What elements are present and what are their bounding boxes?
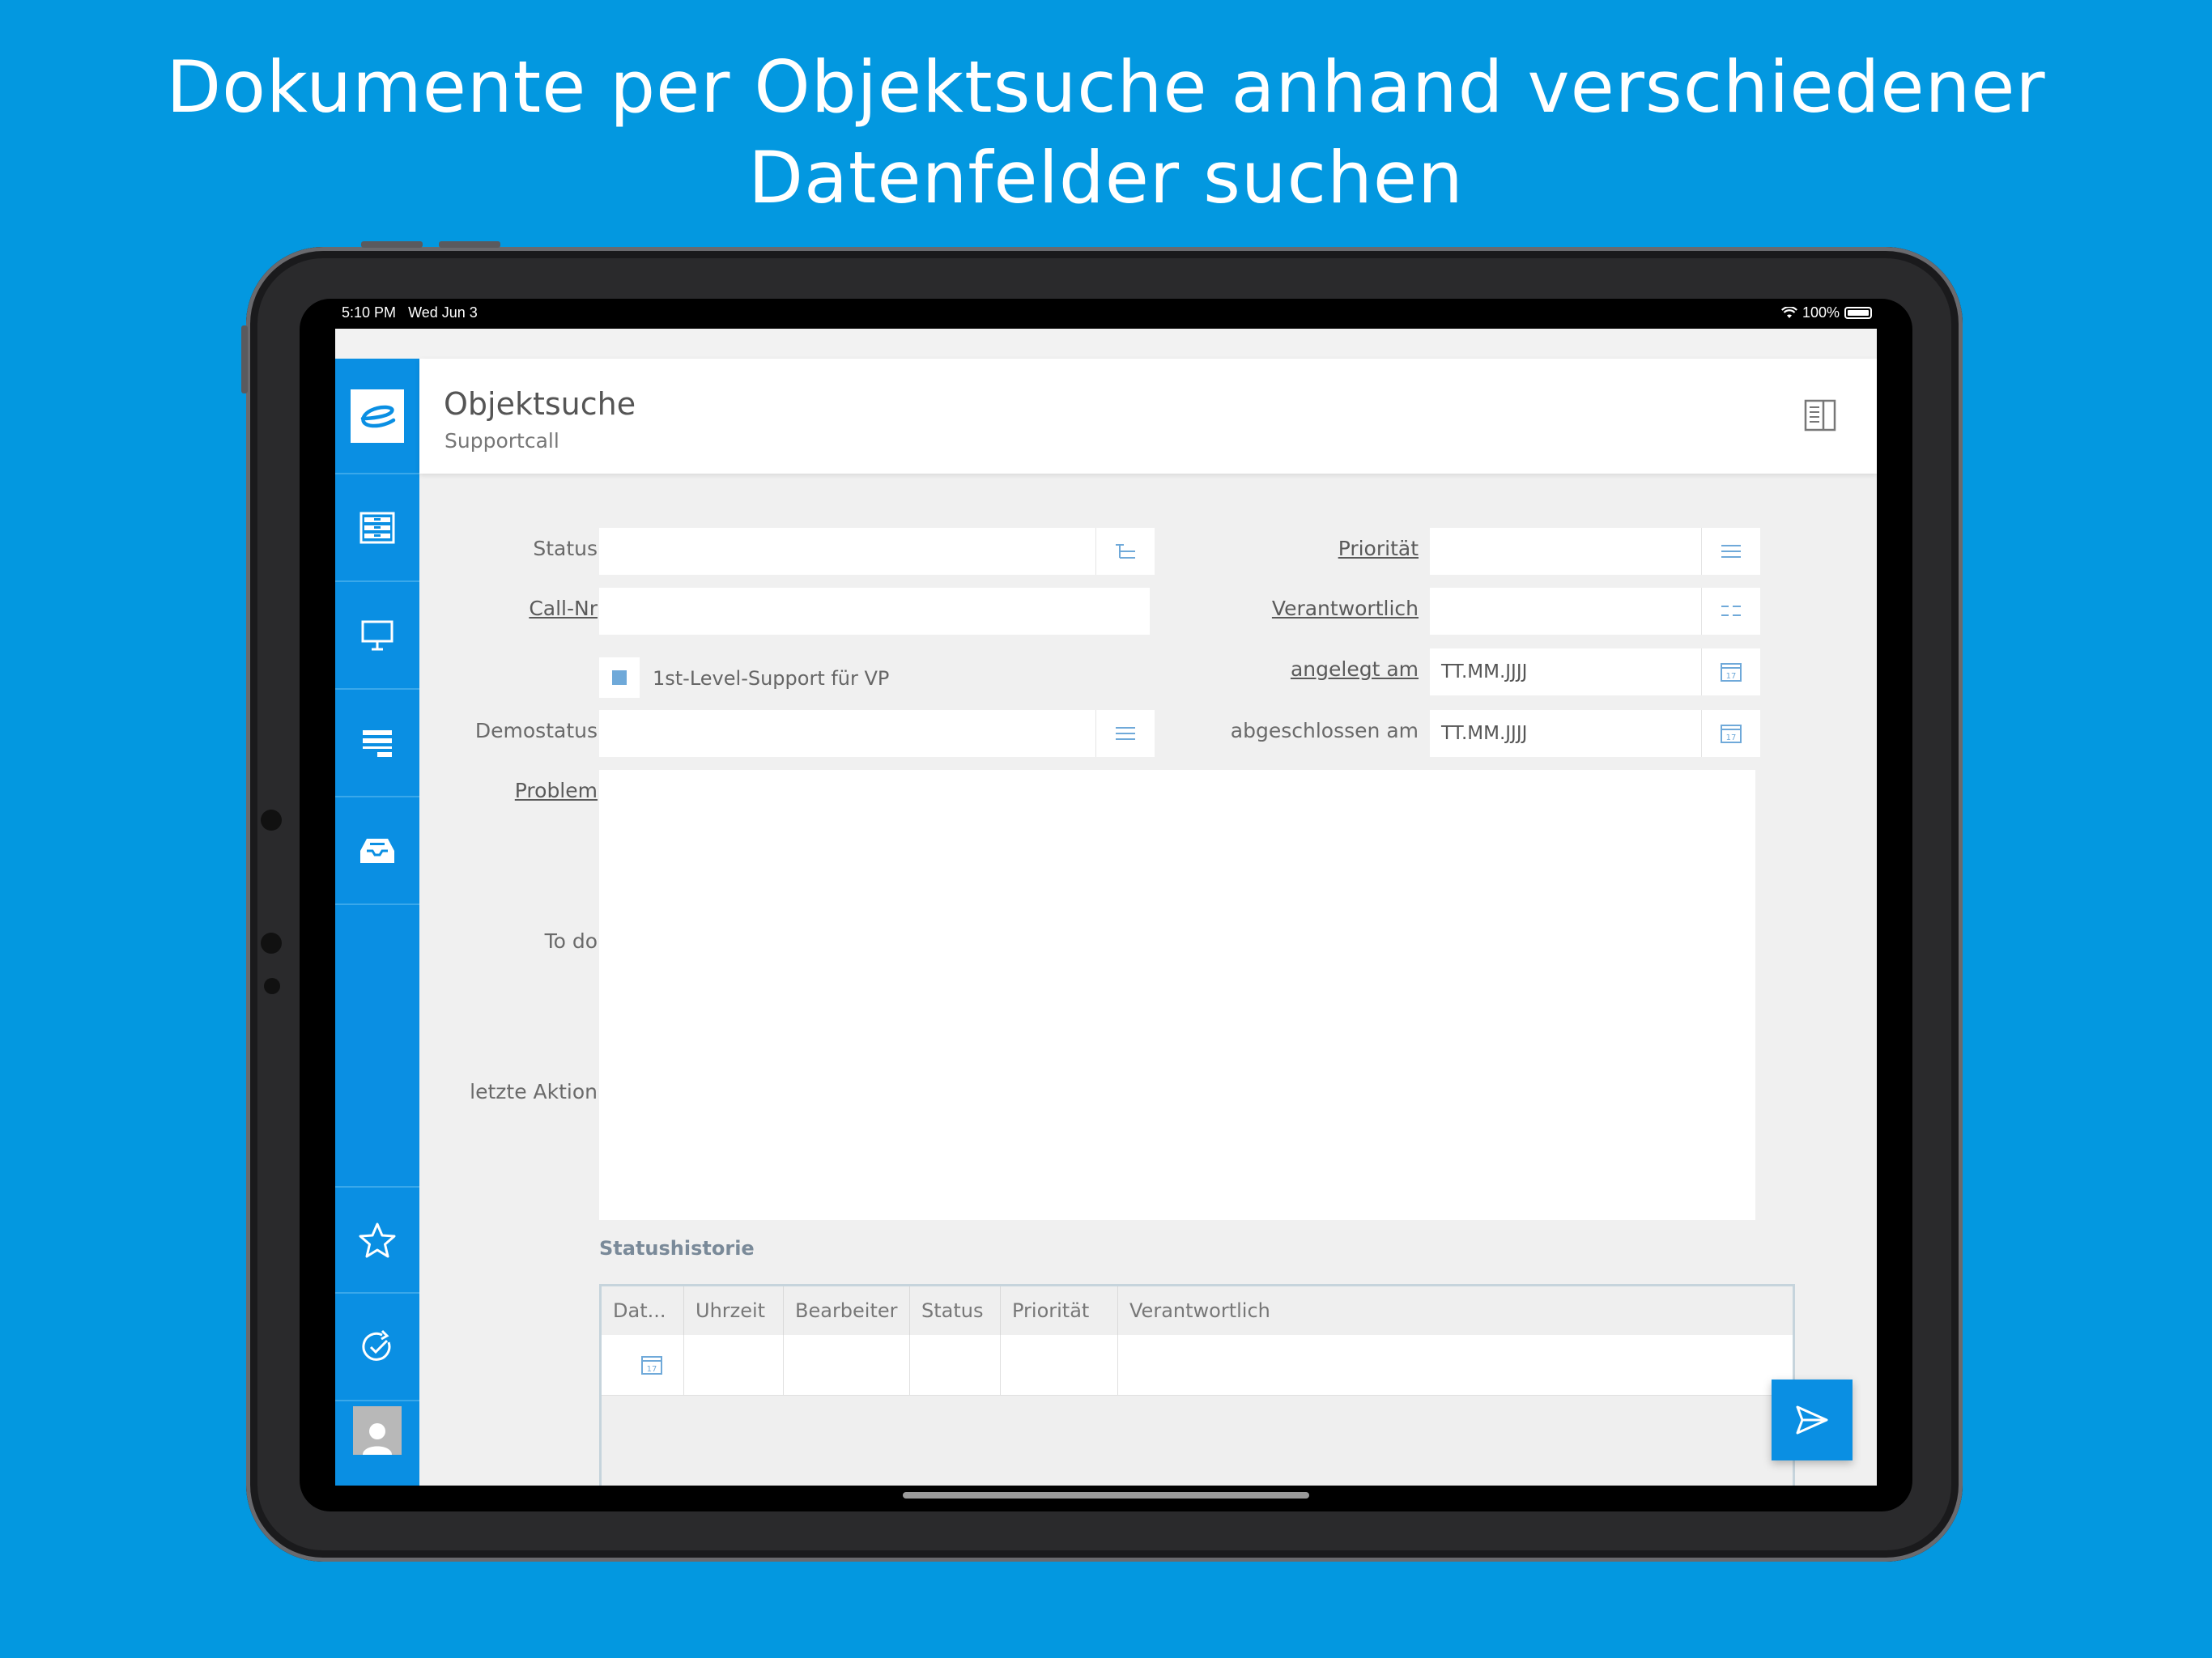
- checkbox-mark: [612, 670, 627, 685]
- abgeschlossen-label: abgeschlossen am: [1230, 719, 1419, 742]
- camera-dot-1: [261, 810, 282, 831]
- logo-e-icon: [360, 405, 396, 427]
- first-level-support-label: 1st-Level-Support für VP: [653, 667, 890, 690]
- prioritaet-field[interactable]: [1430, 528, 1760, 575]
- column-verantwortlich[interactable]: Verantwortlich: [1118, 1286, 1793, 1335]
- send-search-button[interactable]: [1772, 1380, 1853, 1460]
- document-view-icon[interactable]: [1804, 399, 1836, 432]
- filter-cell-verantwortlich[interactable]: [1118, 1335, 1793, 1395]
- abgeschlossen-field[interactable]: TT.MM.JJJJ 17: [1430, 710, 1760, 757]
- status-date: Wed Jun 3: [408, 304, 478, 321]
- statushistorie-title: Statushistorie: [599, 1237, 755, 1260]
- sync-icon: [362, 1329, 391, 1361]
- status-time-date: 5:10 PM Wed Jun 3: [342, 304, 478, 321]
- column-status[interactable]: Status: [910, 1286, 1001, 1335]
- angelegt-calendar-button[interactable]: 17: [1701, 648, 1760, 695]
- double-list-icon: [1721, 606, 1741, 616]
- volume-button-top-2: [439, 241, 500, 248]
- svg-text:17: 17: [647, 1365, 657, 1374]
- prioritaet-label[interactable]: Priorität: [1338, 537, 1419, 560]
- app-screen: Objektsuche Supportcall Status Call-Nr 1…: [335, 329, 1877, 1486]
- callnr-label[interactable]: Call-Nr: [529, 597, 598, 620]
- status-label: Status: [533, 537, 598, 560]
- filter-cell-bearbeiter[interactable]: [784, 1335, 910, 1395]
- column-uhrzeit[interactable]: Uhrzeit: [684, 1286, 784, 1335]
- presentation-icon: [361, 620, 393, 650]
- abgeschlossen-placeholder: TT.MM.JJJJ: [1441, 723, 1528, 744]
- page-subtitle: Supportcall: [445, 429, 559, 453]
- app-logo: [351, 389, 404, 443]
- abgeschlossen-calendar-button[interactable]: 17: [1701, 710, 1760, 757]
- calendar-icon: 17: [641, 1356, 662, 1375]
- svg-text:17: 17: [1726, 733, 1737, 742]
- calendar-icon: 17: [1721, 725, 1742, 743]
- side-button: [241, 325, 248, 393]
- send-icon: [1796, 1405, 1828, 1435]
- letzte-aktion-label: letzte Aktion: [470, 1080, 598, 1103]
- home-indicator[interactable]: [903, 1492, 1309, 1499]
- sidebar-item-favorites[interactable]: [335, 1186, 419, 1294]
- angelegt-label[interactable]: angelegt am: [1291, 657, 1419, 681]
- filter-cell-uhrzeit[interactable]: [684, 1335, 784, 1395]
- problem-label[interactable]: Problem: [515, 779, 598, 802]
- verantwortlich-label[interactable]: Verantwortlich: [1272, 597, 1419, 620]
- top-strip: [335, 329, 1877, 359]
- sidebar-item-list[interactable]: [335, 690, 419, 797]
- inbox-icon: [360, 838, 394, 863]
- status-tree-button[interactable]: [1095, 528, 1155, 575]
- page-header: Objektsuche Supportcall: [419, 359, 1877, 474]
- headline-line-1: Dokumente per Objektsuche anhand verschi…: [166, 45, 2046, 129]
- sidebar-item-archive[interactable]: [335, 474, 419, 582]
- column-prioritaet[interactable]: Priorität: [1001, 1286, 1118, 1335]
- sidebar: [335, 359, 419, 1486]
- filter-cell-prioritaet[interactable]: [1001, 1335, 1118, 1395]
- camera-dot-2: [261, 933, 282, 954]
- angelegt-placeholder: TT.MM.JJJJ: [1441, 661, 1528, 682]
- sidebar-item-sync[interactable]: [335, 1294, 419, 1401]
- archive-icon: [359, 512, 395, 543]
- calendar-icon: 17: [1721, 663, 1742, 682]
- statushistorie-table: Dat... Uhrzeit Bearbeiter Status Priorit…: [599, 1284, 1795, 1486]
- list-select-icon: [1116, 727, 1135, 740]
- star-icon: [359, 1222, 396, 1257]
- filter-cell-datum[interactable]: 17: [602, 1335, 684, 1395]
- status-indicators: 100%: [1780, 304, 1872, 321]
- status-field[interactable]: [599, 528, 1155, 575]
- callnr-field[interactable]: [599, 588, 1150, 635]
- sidebar-item-presentation[interactable]: [335, 582, 419, 690]
- column-datum[interactable]: Dat...: [602, 1286, 684, 1335]
- wifi-icon: [1780, 307, 1797, 318]
- column-bearbeiter[interactable]: Bearbeiter: [784, 1286, 910, 1335]
- demostatus-field[interactable]: [599, 710, 1155, 757]
- battery-icon: [1844, 307, 1872, 319]
- list-select-icon: [1721, 545, 1741, 558]
- sidebar-item-inbox[interactable]: [335, 797, 419, 905]
- demostatus-label: Demostatus: [474, 719, 598, 742]
- user-avatar[interactable]: [353, 1406, 402, 1455]
- todo-label: To do: [544, 929, 598, 953]
- filter-cell-status[interactable]: [910, 1335, 1001, 1395]
- svg-text:17: 17: [1726, 672, 1737, 681]
- sidebar-logo[interactable]: [335, 359, 419, 474]
- list-icon: [363, 729, 392, 757]
- tree-select-icon: [1116, 544, 1135, 559]
- promo-headline: Dokumente per Objektsuche anhand verschi…: [0, 42, 2212, 223]
- user-icon: [363, 1423, 392, 1455]
- angelegt-field[interactable]: TT.MM.JJJJ 17: [1430, 648, 1760, 695]
- prioritaet-list-button[interactable]: [1701, 528, 1760, 575]
- volume-button-top: [361, 241, 423, 248]
- camera-dot-3: [264, 978, 280, 994]
- demostatus-list-button[interactable]: [1095, 710, 1155, 757]
- verantwortlich-field[interactable]: [1430, 588, 1760, 635]
- status-time: 5:10 PM: [342, 304, 397, 321]
- problem-textarea[interactable]: [599, 770, 1755, 1220]
- verantwortlich-list-button[interactable]: [1701, 588, 1760, 635]
- first-level-support-checkbox[interactable]: [599, 657, 640, 698]
- headline-line-2: Datenfelder suchen: [748, 136, 1464, 219]
- battery-percent: 100%: [1802, 304, 1840, 321]
- page-title: Objektsuche: [444, 386, 636, 422]
- ios-status-bar: 5:10 PM Wed Jun 3 100%: [335, 300, 1877, 329]
- table-header: Dat... Uhrzeit Bearbeiter Status Priorit…: [602, 1286, 1793, 1335]
- table-filter-row: 17: [602, 1335, 1793, 1396]
